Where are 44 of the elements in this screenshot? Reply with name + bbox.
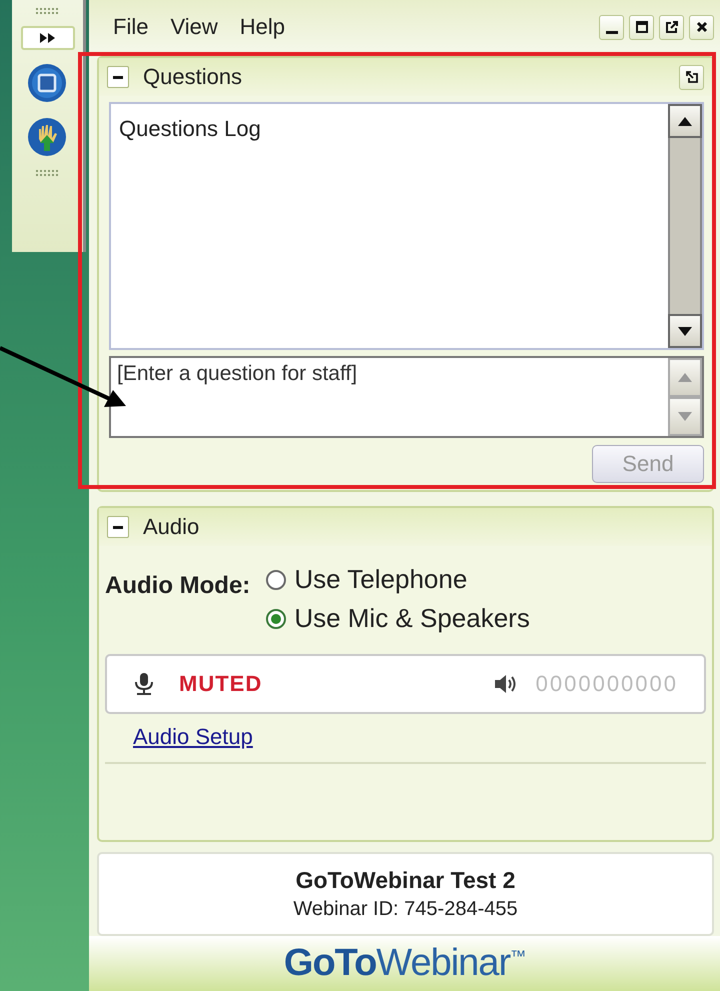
radio-option[interactable]: Use Mic & Speakers [266,603,530,634]
undock-button[interactable] [679,64,704,90]
down-arrow-icon [678,412,692,421]
pop-out-icon [664,20,678,34]
mic-status: MUTED [179,671,262,697]
logo: GoToWebinar$^{™}$ [284,942,526,985]
collapse-button[interactable] [107,66,129,88]
expand-button[interactable] [20,26,74,50]
microphone-icon [133,672,155,696]
pop-out-button[interactable] [659,14,684,40]
up-arrow-icon [678,116,692,126]
maximize-icon [634,20,648,34]
window-button[interactable] [26,62,68,104]
menu-item[interactable]: File [103,14,160,40]
audio-mode-label: Audio Mode: [105,571,250,601]
speaker-level-meter: 0000000000 [536,671,678,697]
undock-icon [684,70,698,84]
grip-icon [36,170,60,176]
fast-forward-icon [38,33,56,43]
grip-icon [36,8,60,14]
maximize-button[interactable] [629,14,654,40]
raise-hand-button[interactable] [26,116,68,158]
log-title: Questions Log [119,116,261,141]
audio-setup-link[interactable]: Audio Setup [133,724,253,749]
minimize-button[interactable] [599,14,624,40]
panel-title: Questions [143,64,242,90]
webinar-title: GoToWebinar Test 2 [296,867,516,894]
close-button[interactable] [689,14,714,40]
up-arrow-icon [678,373,692,382]
radio-option[interactable]: Use Telephone [266,564,530,595]
menu-item[interactable]: Help [230,14,297,40]
window-icon [26,63,66,103]
close-icon [694,20,708,34]
panel-title: Audio [143,514,200,540]
scrollbar[interactable] [668,104,702,348]
minimize-icon [606,30,618,34]
menu-item[interactable]: View [160,14,230,40]
webinar-id: Webinar ID: 745-284-455 [293,898,518,921]
collapse-button[interactable] [107,516,129,538]
scrollbar[interactable] [668,358,702,436]
raised-hand-icon [26,117,66,157]
radio-button[interactable] [266,608,286,628]
radio-button[interactable] [266,570,286,590]
down-arrow-icon [678,326,692,336]
